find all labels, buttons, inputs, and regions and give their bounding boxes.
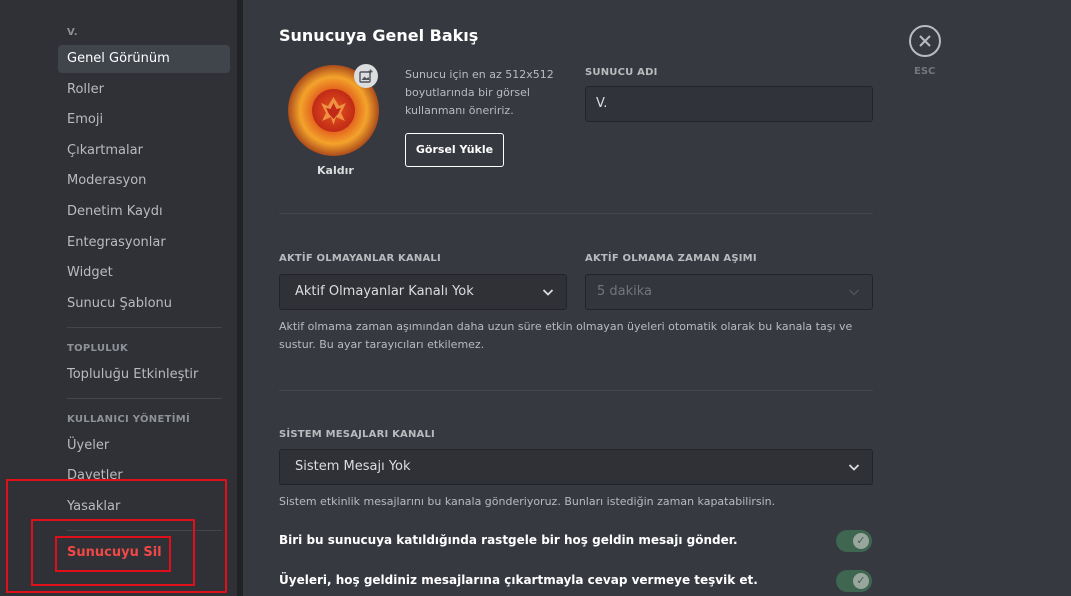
server-name-input[interactable]: V. — [585, 86, 873, 122]
upload-hint-text: Sunucu için en az 512x512 boyutlarında b… — [405, 68, 554, 117]
user-management-header: KULLANICI YÖNETİMİ — [67, 414, 191, 425]
upload-image-icon[interactable] — [354, 64, 378, 88]
sidebar-scrollbar[interactable] — [237, 0, 243, 596]
chevron-down-icon — [542, 289, 554, 296]
server-name-label: SUNUCU ADI — [585, 67, 658, 78]
sticker-reply-toggle-label: Üyeleri, hoş geldiniz mesajlarına çıkart… — [279, 573, 758, 587]
remove-icon-link[interactable]: Kaldır — [317, 164, 354, 177]
sidebar-item-server-template[interactable]: Sunucu Şablonu — [58, 290, 230, 318]
sidebar-item-moderation[interactable]: Moderasyon — [58, 167, 230, 195]
afk-timeout-value: 5 dakika — [597, 284, 653, 299]
sidebar-item-audit-log[interactable]: Denetim Kaydı — [58, 198, 230, 226]
sidebar-item-stickers[interactable]: Çıkartmalar — [58, 137, 230, 165]
system-channel-select[interactable]: Sistem Mesajı Yok — [279, 449, 873, 485]
welcome-message-toggle-label: Biri bu sunucuya katıldığında rastgele b… — [279, 533, 738, 547]
chevron-down-icon — [849, 289, 859, 296]
page-title: Sunucuya Genel Bakış — [279, 26, 479, 45]
sidebar-item-roles[interactable]: Roller — [58, 76, 230, 104]
check-icon: ✓ — [853, 533, 869, 549]
sidebar-item-overview[interactable]: Genel Görünüm — [58, 45, 230, 73]
section-divider — [279, 213, 873, 214]
sidebar-divider — [67, 327, 222, 328]
upload-image-button[interactable]: Görsel Yükle — [405, 133, 504, 167]
sidebar-divider — [67, 398, 222, 399]
afk-channel-select[interactable]: Aktif Olmayanlar Kanalı Yok — [279, 274, 567, 310]
sidebar-item-emoji[interactable]: Emoji — [58, 106, 230, 134]
close-icon — [919, 35, 931, 47]
welcome-message-toggle[interactable]: ✓ — [836, 530, 872, 552]
system-channel-label: SİSTEM MESAJLARI KANALI — [279, 429, 435, 440]
sticker-reply-toggle[interactable]: ✓ — [836, 570, 872, 592]
afk-timeout-label: AKTİF OLMAMA ZAMAN AŞIMI — [585, 253, 757, 264]
afk-channel-value: Aktif Olmayanlar Kanalı Yok — [295, 284, 474, 299]
server-name-header: V. — [67, 27, 78, 38]
afk-channel-label: AKTİF OLMAYANLAR KANALI — [279, 253, 441, 264]
sidebar-item-integrations[interactable]: Entegrasyonlar — [58, 229, 230, 257]
esc-label: ESC — [914, 66, 936, 77]
afk-timeout-select[interactable]: 5 dakika — [585, 274, 873, 310]
sidebar-item-widget[interactable]: Widget — [58, 259, 230, 287]
sidebar-item-enable-community[interactable]: Topluluğu Etkinleştir — [58, 361, 230, 389]
highlight-box-inner — [55, 536, 171, 572]
community-header: TOPLULUK — [67, 343, 129, 354]
chevron-down-icon — [848, 464, 860, 471]
image-add-icon — [359, 69, 373, 83]
afk-help-text: Aktif olmama zaman aşımından daha uzun s… — [279, 320, 853, 351]
system-help-text: Sistem etkinlik mesajlarını bu kanala gö… — [279, 495, 776, 508]
check-icon: ✓ — [853, 573, 869, 589]
system-channel-value: Sistem Mesajı Yok — [295, 459, 411, 474]
flame-emblem-icon — [321, 97, 346, 125]
section-divider — [279, 390, 873, 391]
sidebar-item-members[interactable]: Üyeler — [58, 432, 230, 460]
server-icon-emblem — [312, 89, 355, 132]
close-button[interactable] — [909, 25, 941, 57]
